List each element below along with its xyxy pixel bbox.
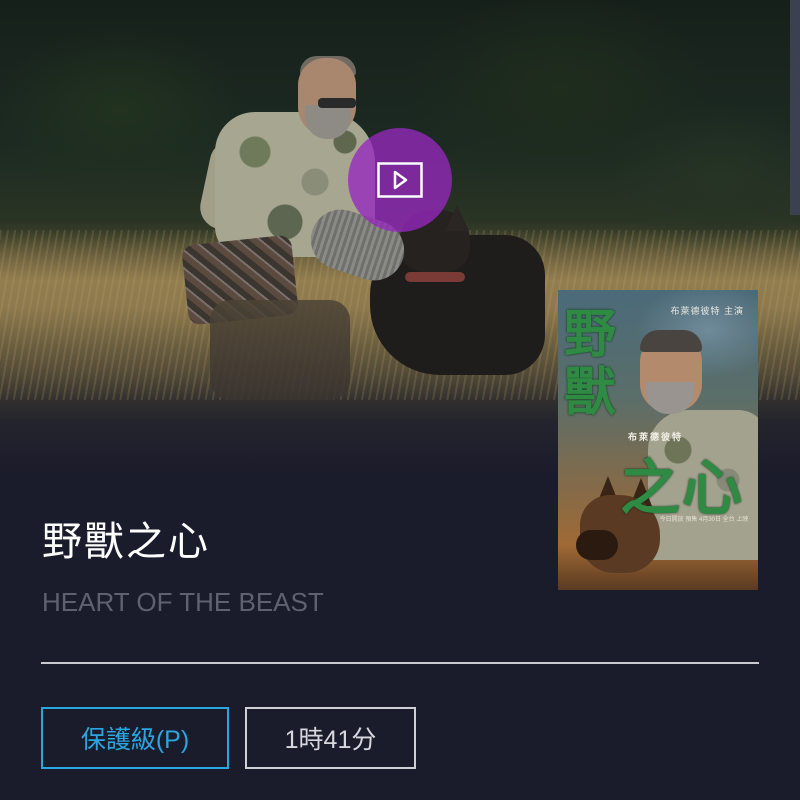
movie-title: 野獸之心 (42, 519, 210, 565)
play-trailer-button[interactable] (348, 128, 452, 232)
play-icon (377, 162, 423, 198)
poster-man-hair (640, 330, 702, 352)
movie-english-title: HEART OF THE BEAST (42, 587, 324, 617)
poster-tagline: 布萊德彼特 主演 (670, 306, 744, 316)
poster-title-bottom: 之心 (620, 454, 744, 524)
dog-ear (445, 205, 469, 231)
scroll-edge[interactable] (790, 0, 800, 215)
movie-poster[interactable]: 野獸 之心 布萊德彼特 主演 布萊德彼特 今日開放 預售 4月30日 全台 上映 (558, 290, 758, 590)
poster-actor: 布萊德彼特 (628, 432, 684, 442)
man-legs (210, 300, 350, 400)
divider (41, 662, 759, 664)
dog-collar (405, 272, 465, 282)
man-sunglasses (318, 98, 356, 108)
poster-credits: 今日開放 預售 4月30日 全台 上映 (659, 517, 749, 523)
runtime-badge: 1時41分 (245, 707, 416, 769)
rating-badge: 保護級(P) (41, 707, 229, 769)
poster-title-top: 野獸 (564, 304, 617, 423)
poster-dog-muzzle (576, 530, 618, 560)
